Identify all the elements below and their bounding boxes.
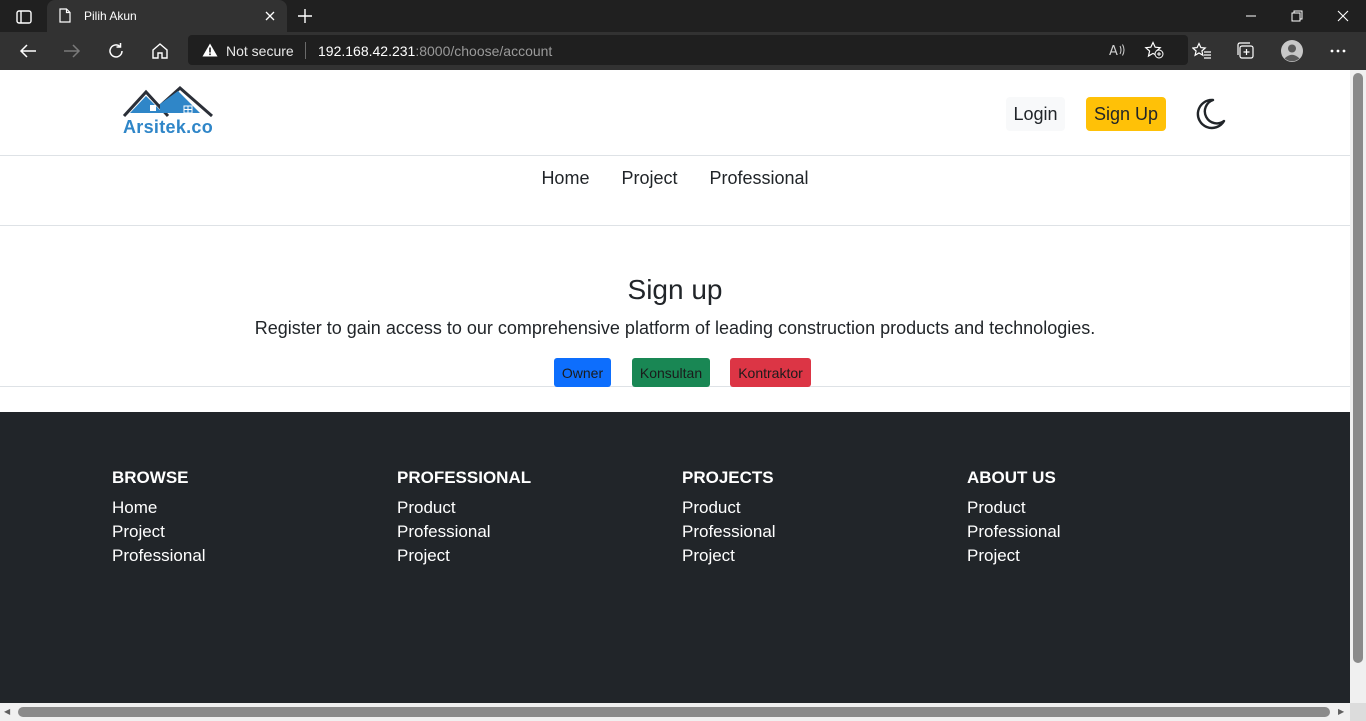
footer-link[interactable]: Product — [967, 498, 1227, 522]
horizontal-scrollbar[interactable]: ◀ ▶ — [0, 703, 1350, 721]
page-title: Sign up — [627, 274, 723, 305]
footer-link[interactable]: Project — [967, 546, 1227, 570]
add-favorite-icon[interactable] — [1143, 40, 1165, 60]
url-host: 192.168.42.231 — [318, 43, 416, 59]
page-subtitle: Register to gain access to our comprehen… — [254, 318, 1096, 338]
more-menu-icon[interactable] — [1323, 37, 1353, 65]
collections-icon[interactable] — [1231, 37, 1261, 65]
site-header: Arsitek.co Login Sign Up — [0, 70, 1350, 156]
signup-section: Sign up Register to gain access to our c… — [0, 227, 1350, 387]
refresh-icon[interactable] — [101, 37, 131, 65]
footer-link[interactable]: Project — [112, 522, 372, 546]
logo-text: Arsitek.co — [123, 117, 214, 137]
tab-title: Pilih Akun — [84, 9, 137, 23]
footer-link[interactable]: Home — [112, 498, 372, 522]
restore-icon[interactable] — [1274, 0, 1320, 32]
vertical-scrollbar[interactable] — [1350, 70, 1366, 703]
profile-avatar-icon[interactable] — [1277, 37, 1307, 65]
forward-icon[interactable] — [57, 37, 87, 65]
footer-column-about-us: ABOUT US Product Professional Project — [967, 468, 1227, 570]
page-icon — [59, 8, 71, 28]
signup-button[interactable]: Sign Up — [1086, 97, 1166, 131]
home-icon[interactable] — [145, 37, 175, 65]
footer-link[interactable]: Product — [682, 498, 942, 522]
footer-heading: BROWSE — [112, 468, 189, 487]
footer-link[interactable]: Professional — [682, 522, 942, 546]
browser-tab-active[interactable]: Pilih Akun — [47, 0, 287, 32]
owner-button[interactable]: Owner — [554, 358, 611, 387]
nav-professional[interactable]: Professional — [693, 168, 824, 190]
footer-link[interactable]: Product — [397, 498, 657, 522]
security-label[interactable]: Not secure — [226, 43, 294, 59]
horizontal-scroll-thumb[interactable] — [18, 707, 1330, 717]
footer-column-projects: PROJECTS Product Professional Project — [682, 468, 942, 570]
close-tab-icon[interactable] — [263, 9, 277, 23]
footer-link[interactable]: Project — [397, 546, 657, 570]
role-buttons: Owner Konsultan Kontraktor — [0, 358, 1350, 387]
footer-column-browse: BROWSE Home Project Professional — [112, 468, 372, 570]
favorites-icon[interactable] — [1187, 37, 1217, 65]
address-bar[interactable]: Not secure 192.168.42.231:8000/choose/ac… — [188, 35, 1188, 65]
minimize-icon[interactable] — [1228, 0, 1274, 32]
url-text[interactable]: 192.168.42.231:8000/choose/account — [318, 43, 552, 59]
back-icon[interactable] — [13, 37, 43, 65]
web-page: Arsitek.co Login Sign Up Home Project Pr… — [0, 70, 1350, 703]
footer-link[interactable]: Professional — [112, 546, 372, 570]
close-window-icon[interactable] — [1320, 0, 1366, 32]
tab-actions-icon[interactable] — [10, 6, 38, 28]
footer-link[interactable]: Project — [682, 546, 942, 570]
kontraktor-button[interactable]: Kontraktor — [730, 358, 811, 387]
login-button[interactable]: Login — [1006, 97, 1065, 131]
new-tab-icon[interactable] — [295, 6, 315, 26]
footer-heading: PROJECTS — [682, 468, 774, 487]
browser-titlebar: Pilih Akun — [0, 0, 1366, 32]
footer-column-professional: PROFESSIONAL Product Professional Projec… — [397, 468, 657, 570]
nav-project[interactable]: Project — [605, 168, 693, 190]
footer-link[interactable]: Professional — [967, 522, 1227, 546]
address-divider — [305, 42, 306, 59]
dark-mode-moon-icon[interactable] — [1193, 97, 1227, 131]
footer-link[interactable]: Professional — [397, 522, 657, 546]
scroll-left-arrow-icon[interactable]: ◀ — [4, 707, 10, 716]
url-path: :8000/choose/account — [415, 43, 553, 59]
vertical-scroll-thumb[interactable] — [1353, 73, 1363, 663]
footer-heading: ABOUT US — [967, 468, 1056, 487]
read-aloud-icon[interactable]: A — [1106, 40, 1128, 60]
svg-text:A: A — [1109, 44, 1118, 58]
footer-heading: PROFESSIONAL — [397, 468, 532, 487]
warning-icon[interactable] — [202, 43, 218, 62]
house-roof-icon — [122, 85, 213, 118]
main-nav: Home Project Professional — [0, 156, 1350, 226]
scrollbar-corner — [1350, 703, 1366, 721]
browser-toolbar: Not secure 192.168.42.231:8000/choose/ac… — [0, 32, 1366, 70]
site-logo[interactable]: Arsitek.co — [120, 85, 216, 142]
nav-home[interactable]: Home — [525, 168, 605, 190]
site-footer: BROWSE Home Project Professional PROFESS… — [0, 412, 1350, 703]
konsultan-button[interactable]: Konsultan — [632, 358, 710, 387]
scroll-right-arrow-icon[interactable]: ▶ — [1338, 707, 1344, 716]
